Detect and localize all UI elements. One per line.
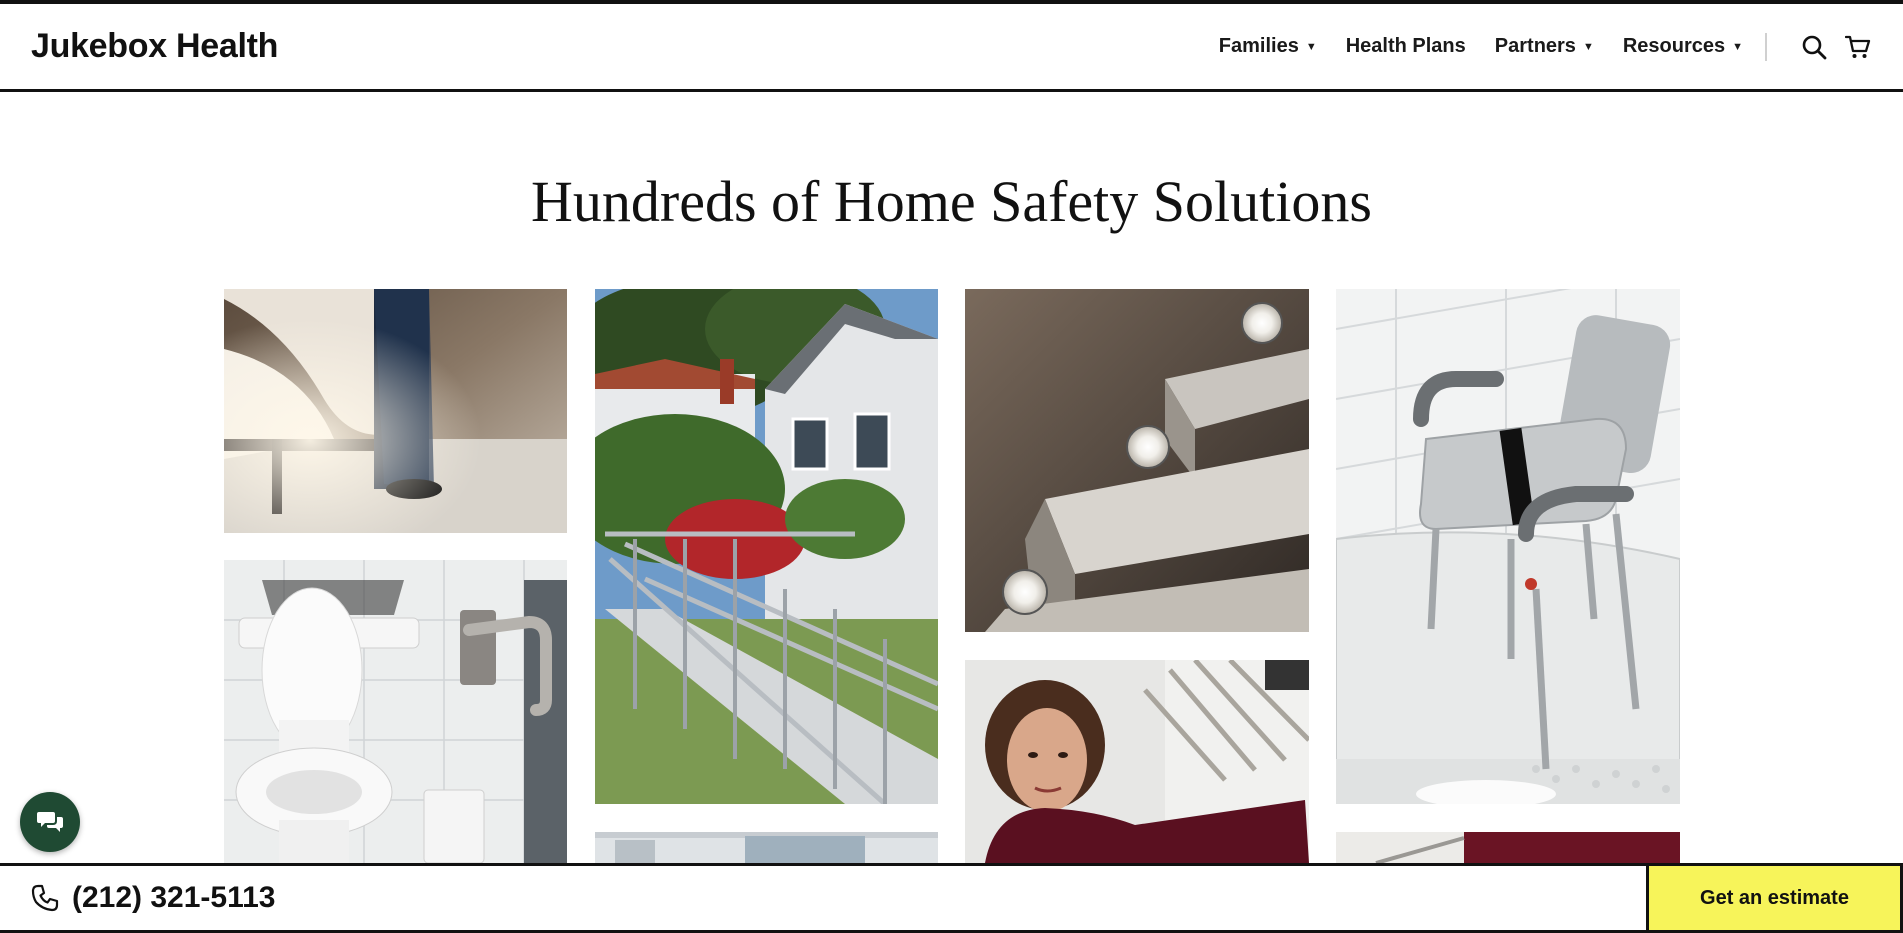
nav-divider: [1765, 32, 1767, 61]
nav-partners-label: Partners: [1494, 35, 1576, 57]
cart-icon: [1845, 35, 1871, 58]
caret-down-icon: ▼: [1732, 40, 1743, 53]
toilet-grab-bar-photo: [224, 560, 567, 863]
contact-bar: (212) 321-5113 Get an estimate: [0, 863, 1903, 933]
search-button[interactable]: [1799, 32, 1829, 62]
site-logo[interactable]: Jukebox Health: [31, 27, 278, 66]
nav-families-label: Families: [1218, 35, 1299, 57]
bathroom-detail-photo: [1336, 832, 1680, 863]
phone-number: (212) 321-5113: [72, 881, 276, 914]
nav-partners[interactable]: Partners ▼: [1495, 35, 1594, 58]
cart-button[interactable]: [1843, 32, 1873, 62]
phone-icon: [31, 884, 59, 912]
nav-health-plans-label: Health Plans: [1345, 35, 1466, 57]
woman-portrait-photo: [965, 660, 1309, 863]
nav-resources[interactable]: Resources ▼: [1623, 35, 1743, 58]
bed-motion-light-photo: [224, 289, 567, 533]
wheelchair-ramp-photo: [595, 289, 938, 804]
caret-down-icon: ▼: [1305, 40, 1317, 53]
phone-link[interactable]: (212) 321-5113: [0, 866, 1646, 930]
caret-down-icon: ▼: [1582, 40, 1594, 53]
nav-health-plans[interactable]: Health Plans: [1346, 35, 1466, 58]
nav-families[interactable]: Families ▼: [1219, 35, 1317, 58]
shower-transfer-bench-photo: [1336, 289, 1680, 804]
chat-button[interactable]: [20, 792, 80, 852]
house-exterior-photo: [595, 832, 938, 863]
chat-bubble-icon: [37, 812, 63, 832]
site-header: Jukebox Health Families ▼ Health Plans P…: [0, 0, 1903, 92]
page-title: Hundreds of Home Safety Solutions: [531, 169, 1372, 234]
main-nav: Families ▼ Health Plans Partners ▼ Resou…: [1219, 32, 1873, 62]
search-icon: [1802, 35, 1827, 59]
nav-resources-label: Resources: [1622, 35, 1726, 57]
stair-lights-photo: [965, 289, 1309, 632]
get-estimate-button[interactable]: Get an estimate: [1646, 866, 1903, 930]
